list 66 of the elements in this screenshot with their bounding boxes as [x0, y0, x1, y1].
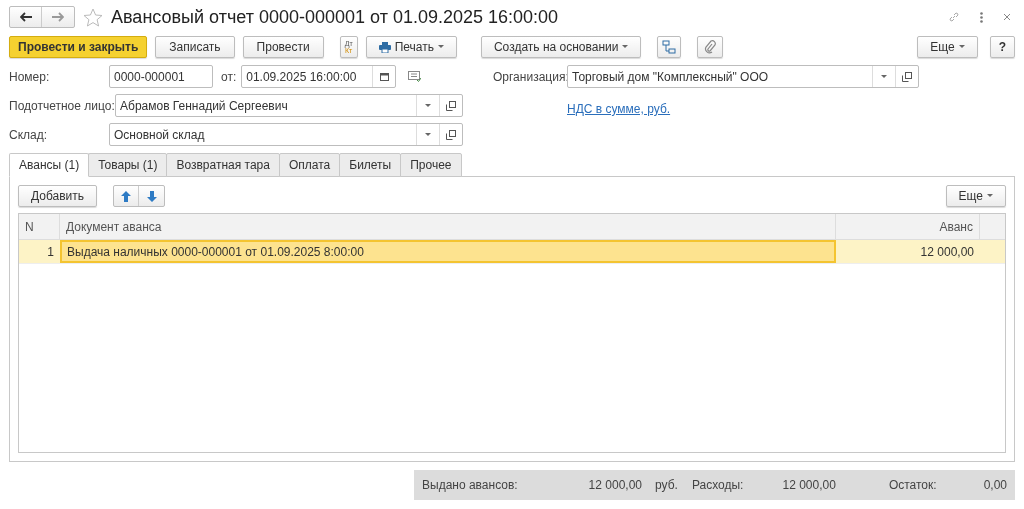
currency-label: руб. — [655, 477, 678, 494]
post-and-close-button[interactable]: Провести и закрыть — [9, 36, 148, 58]
caret-icon — [437, 45, 444, 49]
link-icon[interactable] — [948, 11, 960, 23]
table-cell-text: 12 000,00 — [919, 243, 975, 261]
rest-amount: 0,00 — [982, 477, 1007, 494]
issued-label: Выдано авансов: — [422, 477, 519, 494]
caret-icon — [881, 74, 887, 79]
expenses-amount: 12 000,00 — [781, 477, 836, 494]
field-label: Склад: — [9, 126, 49, 144]
column-header: Аванс — [836, 214, 980, 239]
add-button[interactable]: Добавить — [18, 185, 98, 207]
forward-arrow-icon[interactable] — [52, 12, 64, 22]
toolbar-button[interactable]: Записать — [155, 36, 235, 58]
more-button[interactable]: Еще — [917, 36, 978, 58]
expenses-label: Расходы: — [691, 477, 745, 494]
more-icon[interactable] — [980, 11, 983, 23]
arrow-down-icon[interactable] — [146, 190, 157, 202]
table-cell: Выдача наличных 0000-000001 от 01.09.2025 8:00:00 — [60, 240, 836, 263]
print-button[interactable]: Печать — [365, 36, 457, 58]
structure-button[interactable] — [657, 36, 682, 58]
toolbar-button[interactable]: Провести — [242, 36, 324, 58]
tab[interactable]: Билеты — [339, 153, 402, 177]
field-label: от: — [221, 68, 237, 86]
table-cell-text: 1 — [46, 243, 55, 261]
rest-label: Остаток: — [888, 477, 937, 494]
paperclip-icon — [704, 40, 717, 54]
open-icon[interactable] — [902, 71, 912, 82]
table-row[interactable]: 1 Выдача наличных 0000-000001 от 01.09.2025 8:00:00 12 000,00 — [19, 240, 1005, 264]
issued-amount: 12 000,00 — [587, 477, 642, 494]
vat-link[interactable]: НДС в сумме, руб. — [567, 100, 919, 118]
close-icon[interactable] — [1003, 13, 1011, 21]
field-label: Подотчетное лицо: — [9, 97, 115, 115]
number-field[interactable]: 0000-000001 — [109, 65, 213, 88]
open-icon[interactable] — [446, 100, 456, 111]
arrow-up-icon[interactable] — [121, 190, 132, 202]
back-arrow-icon[interactable] — [19, 12, 32, 22]
tab[interactable]: Прочее — [400, 153, 462, 177]
column-header: Документ аванса — [60, 214, 836, 239]
tab[interactable]: Возвратная тара — [166, 153, 280, 177]
warehouse-field[interactable]: Основной склад — [109, 123, 463, 146]
star-icon[interactable] — [83, 7, 103, 27]
printer-icon — [378, 41, 391, 53]
structure-icon — [662, 40, 677, 54]
comment-icon[interactable] — [408, 71, 422, 82]
caret-icon — [987, 194, 993, 198]
window-title: Авансовый отчет 0000-000001 от 01.09.2025 16:00:00 — [111, 5, 559, 29]
attach-button[interactable] — [697, 36, 724, 58]
field-label: Номер: — [9, 68, 51, 86]
tab[interactable]: Товары (1) — [88, 153, 168, 177]
organization-field[interactable]: Торговый дом "Комплексный" ООО — [567, 65, 919, 88]
tab[interactable]: Авансы (1) — [9, 153, 90, 177]
field-label: Организация: — [493, 68, 567, 86]
tab[interactable]: Оплата — [278, 153, 341, 177]
more-button[interactable]: Еще — [945, 185, 1006, 207]
help-button[interactable]: ? — [989, 36, 1015, 58]
caret-icon — [425, 103, 431, 108]
calendar-icon[interactable] — [379, 72, 389, 81]
create-based-on-button[interactable]: Создать на основании — [480, 36, 642, 58]
person-field[interactable]: Абрамов Геннадий Сергеевич — [115, 94, 463, 117]
date-field[interactable]: 01.09.2025 16:00:00 — [241, 65, 397, 88]
open-icon[interactable] — [446, 129, 456, 140]
caret-icon — [958, 45, 965, 49]
caret-icon — [425, 132, 431, 137]
caret-icon — [622, 45, 629, 49]
column-header: N — [19, 214, 60, 239]
